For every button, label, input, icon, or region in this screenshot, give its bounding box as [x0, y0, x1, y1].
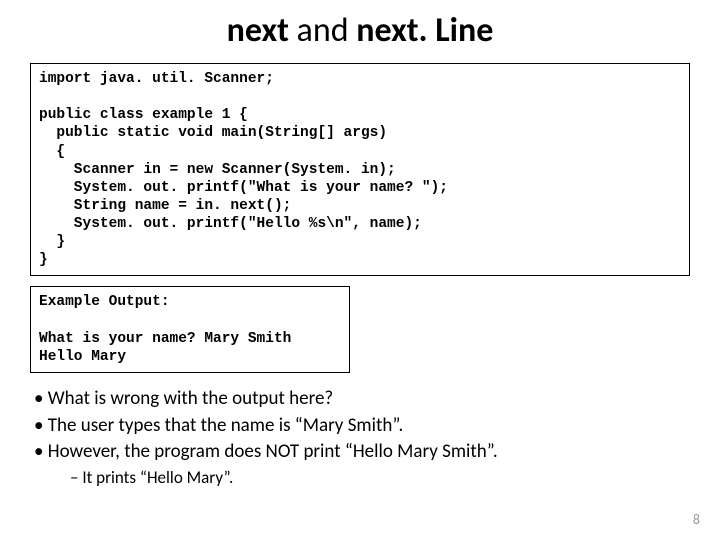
- bullet-list: What is wrong with the output here? The …: [30, 387, 690, 489]
- title-part3: next. Line: [356, 10, 493, 51]
- bullet-3: However, the program does NOT print “Hel…: [34, 440, 690, 465]
- bullet-2: The user types that the name is “Mary Sm…: [34, 414, 690, 439]
- page-number: 8: [693, 511, 700, 528]
- code-block: import java. util. Scanner; public class…: [30, 63, 690, 276]
- output-block: Example Output: What is your name? Mary …: [30, 286, 350, 373]
- bullet-1: What is wrong with the output here?: [34, 387, 690, 412]
- title-part1: next: [227, 10, 289, 51]
- slide-title: next and next. Line: [30, 10, 690, 51]
- title-part2: and: [289, 10, 356, 51]
- sub-bullet-1: It prints “Hello Mary”.: [34, 467, 690, 489]
